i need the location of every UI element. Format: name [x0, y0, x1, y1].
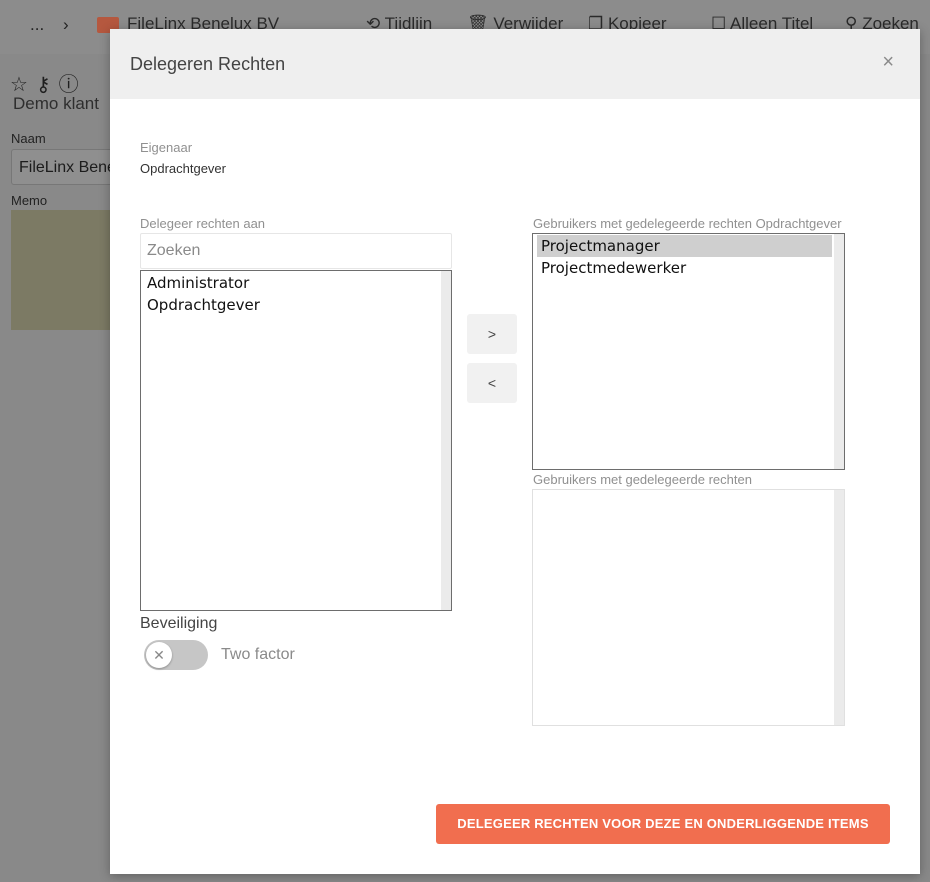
- delegated-users-list[interactable]: [532, 489, 845, 726]
- owner-label: Eigenaar: [140, 140, 193, 155]
- breadcrumb-separator: ›: [63, 15, 69, 34]
- record-type: Demo klant: [13, 94, 99, 113]
- delegate-submit-button[interactable]: DELEGEER RECHTEN VOOR DEZE EN ONDERLIGGE…: [436, 804, 890, 844]
- info-icon[interactable]: ⓘ: [59, 74, 79, 96]
- search-input[interactable]: [140, 233, 452, 269]
- delegate-rights-dialog: Delegeren Rechten × Eigenaar Opdrachtgev…: [110, 29, 920, 874]
- close-icon: ✕: [146, 642, 172, 668]
- memo-label: Memo: [11, 193, 48, 208]
- name-label: Naam: [11, 131, 46, 146]
- scrollbar[interactable]: [834, 234, 844, 469]
- security-title: Beveiliging: [140, 615, 218, 632]
- delegated-owner-label: Gebruikers met gedelegeerde rechten Opdr…: [533, 216, 842, 231]
- dialog-header: Delegeren Rechten ×: [110, 29, 920, 99]
- scrollbar[interactable]: [441, 271, 451, 610]
- two-factor-label: Two factor: [221, 646, 295, 663]
- star-icon[interactable]: ☆: [10, 74, 28, 96]
- list-item[interactable]: Administrator: [141, 272, 451, 294]
- breadcrumb-more[interactable]: ...: [30, 15, 44, 35]
- close-icon[interactable]: ×: [882, 51, 894, 74]
- delegated-owner-users-list[interactable]: Projectmanager Projectmedewerker: [532, 233, 845, 470]
- remove-user-button[interactable]: <: [467, 363, 517, 403]
- scrollbar[interactable]: [834, 490, 844, 725]
- key-icon[interactable]: ⚷: [36, 74, 51, 96]
- list-item-selected[interactable]: Projectmanager: [537, 235, 832, 257]
- available-users-list[interactable]: Administrator Opdrachtgever: [140, 270, 452, 611]
- delegated-label: Gebruikers met gedelegeerde rechten: [533, 472, 752, 487]
- list-item[interactable]: Projectmedewerker: [533, 257, 844, 279]
- dialog-title: Delegeren Rechten: [130, 54, 286, 74]
- record-icons: ☆ ⚷ ⓘ: [10, 68, 87, 97]
- owner-value: Opdrachtgever: [140, 161, 226, 176]
- add-user-button[interactable]: >: [467, 314, 517, 354]
- list-item[interactable]: Opdrachtgever: [141, 294, 451, 316]
- delegate-to-label: Delegeer rechten aan: [140, 216, 266, 231]
- two-factor-toggle[interactable]: ✕: [144, 640, 208, 670]
